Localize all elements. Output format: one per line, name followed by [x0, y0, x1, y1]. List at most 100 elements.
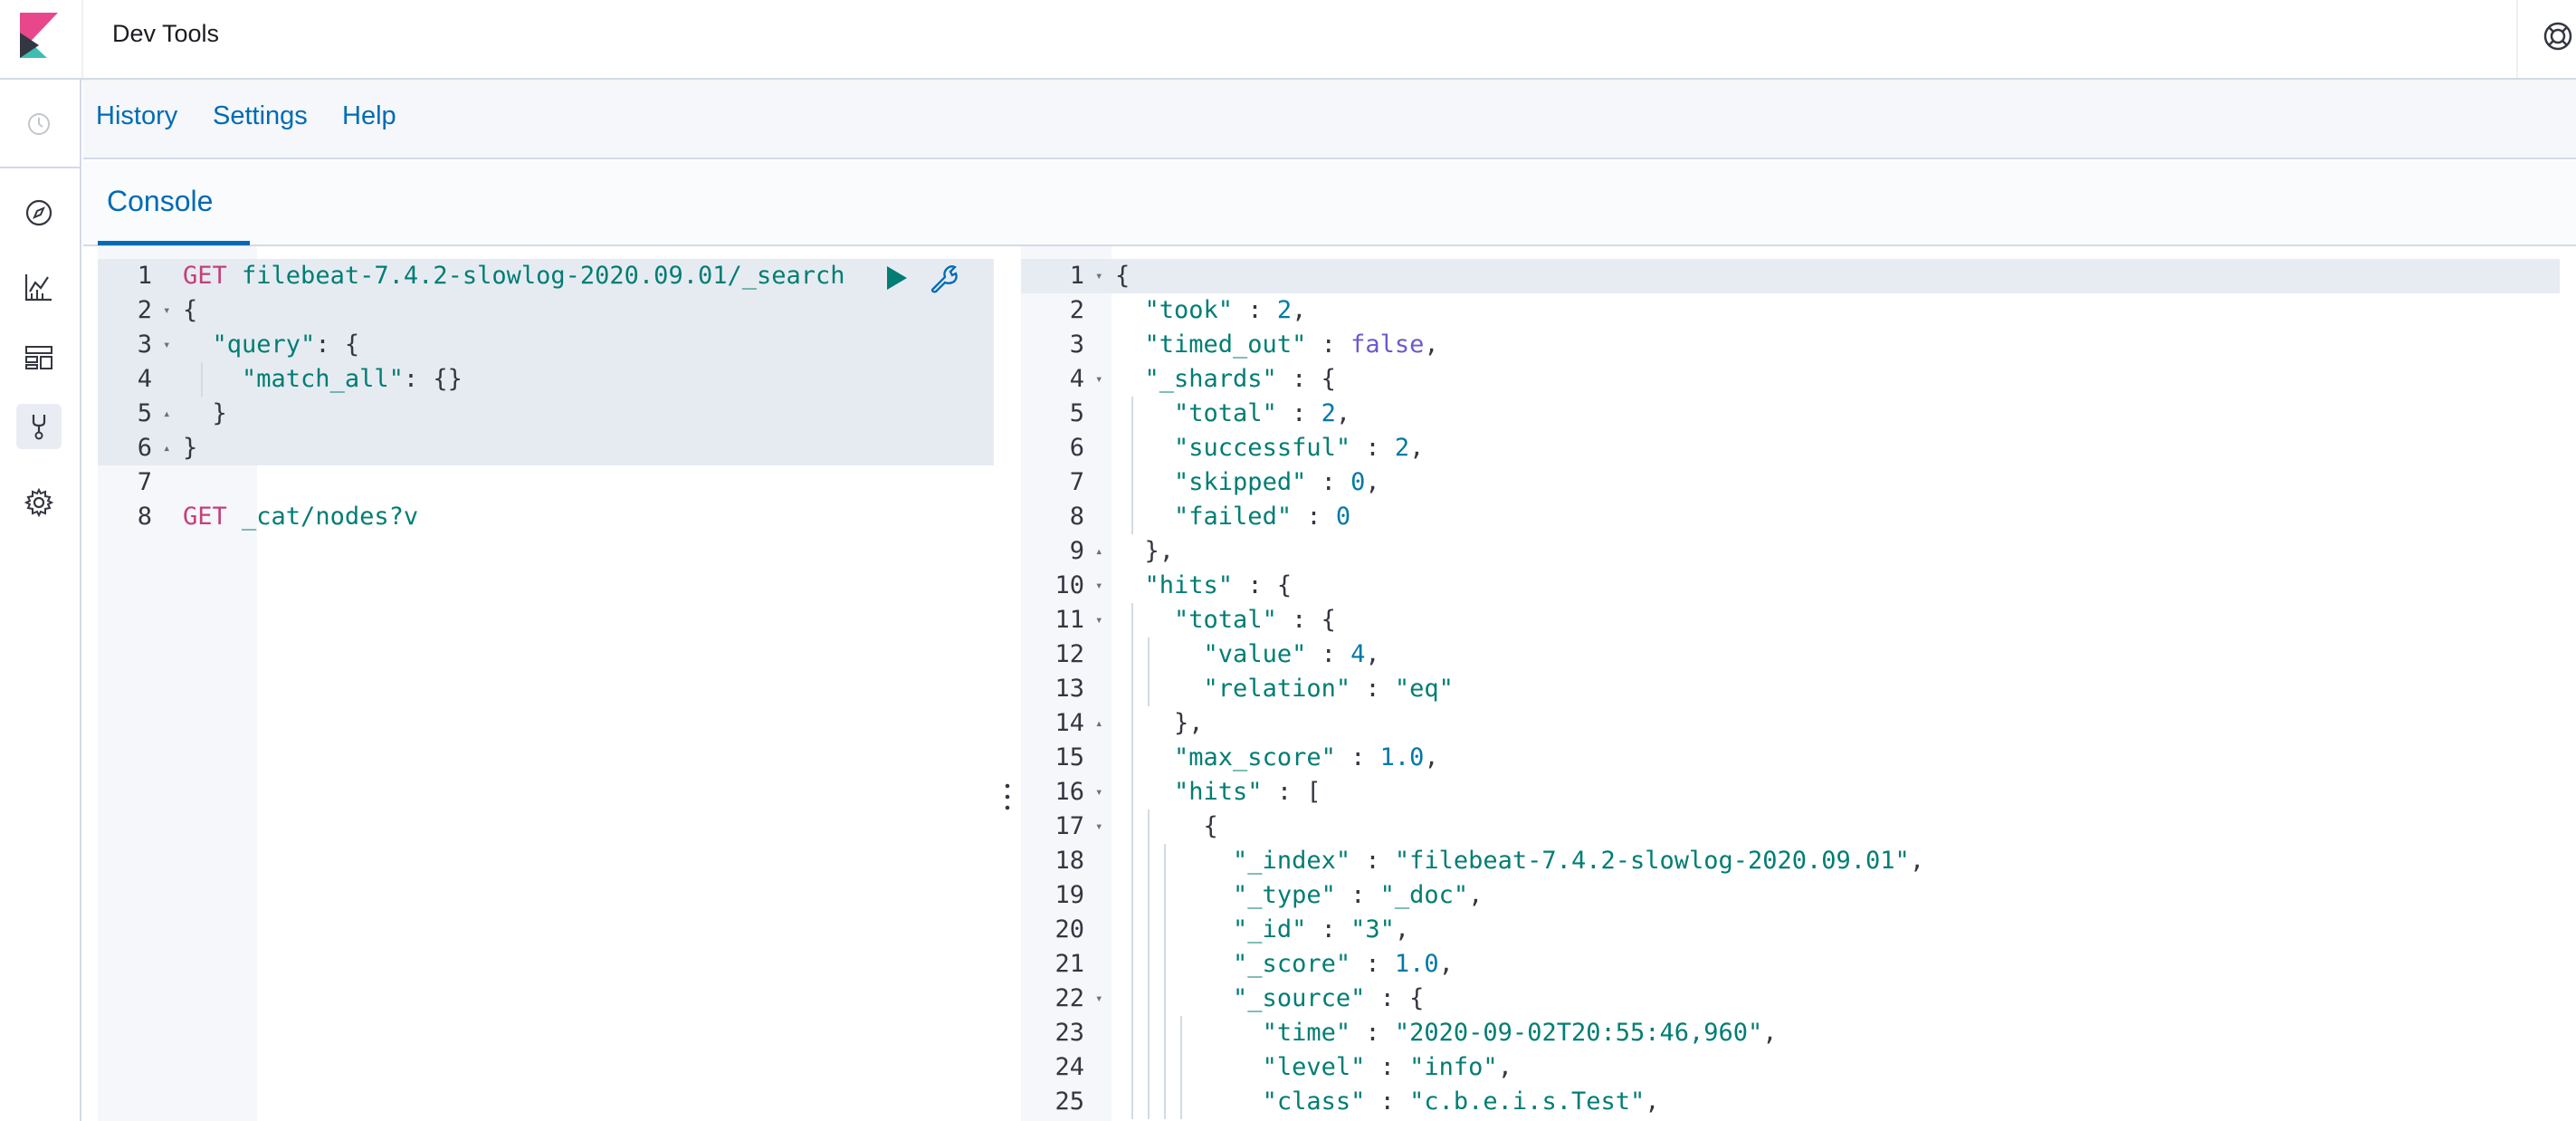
response-line[interactable]: 24 "level" : "info",	[1021, 1050, 2576, 1085]
request-line[interactable]: 1 GET filebeat-7.4.2-slowlog-2020.09.01/_…	[98, 259, 994, 293]
request-line[interactable]: 4 "match_all": {}	[98, 362, 994, 397]
tab-bar: Console	[83, 161, 2576, 246]
request-line[interactable]: 8 GET _cat/nodes?v	[98, 500, 994, 534]
response-line[interactable]: 5 "total" : 2,	[1021, 397, 2576, 431]
request-line[interactable]: 2 ▾ {	[98, 293, 994, 328]
fold-toggle-icon[interactable]: ▾	[1095, 775, 1102, 810]
response-line[interactable]: 16 ▾ "hits" : [	[1021, 775, 2576, 810]
kibana-logo-icon[interactable]	[20, 13, 58, 58]
settings-link[interactable]: Settings	[213, 101, 308, 131]
code-token: },	[1115, 537, 1175, 565]
dashboard-icon	[25, 346, 52, 369]
response-line[interactable]: 10 ▾ "hits" : {	[1021, 569, 2576, 603]
response-viewer[interactable]: 1 ▾{2 "took" : 2, 3 "timed_out" : false, 4 ▾…	[1021, 246, 2576, 1121]
response-line[interactable]: 1 ▾ {	[1021, 259, 2576, 293]
response-line[interactable]: 23 "time" : "2020-09-02T20:55:46,960",	[1021, 1016, 2576, 1050]
fold-toggle-icon[interactable]: ▾	[1095, 603, 1102, 637]
code-token: 1.0	[1394, 950, 1439, 978]
code-token: :	[1335, 743, 1380, 771]
response-line[interactable]: 11 ▾ "total" : {	[1021, 603, 2576, 637]
response-line[interactable]: 18 "_index" : "filebeat-7.4.2-slowlog-20…	[1021, 844, 2576, 878]
fold-toggle-icon[interactable]: ▾	[1095, 569, 1102, 603]
recently-viewed-button[interactable]	[16, 101, 62, 147]
response-line[interactable]: 15 "max_score" : 1.0,	[1021, 741, 2576, 775]
line-number: 6	[137, 434, 152, 462]
fold-toggle-icon[interactable]: ▴	[163, 397, 170, 431]
request-code[interactable]: 1 GET filebeat-7.4.2-slowlog-2020.09.01/_…	[98, 259, 994, 534]
tab-console[interactable]: Console	[107, 185, 213, 218]
code-token: _cat/nodes?v	[226, 503, 419, 531]
code-token: ,	[1438, 950, 1454, 978]
nav-visualize[interactable]	[16, 264, 62, 310]
clock-icon	[28, 113, 50, 135]
fold-toggle-icon[interactable]: ▾	[1095, 982, 1102, 1016]
request-line[interactable]: 6 ▴}	[98, 431, 994, 465]
fold-toggle-icon[interactable]: ▾	[163, 293, 170, 328]
wrench-options-icon[interactable]	[927, 263, 961, 295]
code-token: 2	[1276, 296, 1293, 324]
request-editor[interactable]: 1 GET filebeat-7.4.2-slowlog-2020.09.01/_…	[83, 246, 994, 1121]
code-token: :	[1350, 675, 1395, 703]
response-line[interactable]: 2 "took" : 2,	[1021, 293, 2576, 328]
response-line[interactable]: 7 "skipped" : 0,	[1021, 465, 2576, 500]
management-gear-icon	[24, 487, 54, 518]
pane-splitter[interactable]	[994, 246, 1021, 1121]
fold-toggle-icon[interactable]: ▴	[1095, 534, 1102, 569]
fold-toggle-icon[interactable]: ▴	[1095, 706, 1102, 741]
fold-toggle-icon[interactable]: ▴	[163, 431, 170, 465]
request-line[interactable]: 5 ▴ }	[98, 397, 994, 431]
fold-toggle-icon[interactable]: ▾	[1095, 810, 1102, 844]
nav-management[interactable]	[16, 480, 62, 525]
response-code[interactable]: 1 ▾{2 "took" : 2, 3 "timed_out" : false, 4 ▾…	[1021, 259, 2576, 1119]
code-token: "_score"	[1233, 950, 1351, 978]
line-number: 21	[1054, 950, 1084, 978]
response-line[interactable]: 17 ▾ {	[1021, 810, 2576, 844]
response-line[interactable]: 21 "_score" : 1.0,	[1021, 947, 2576, 982]
nav-discover[interactable]	[16, 190, 62, 235]
response-line[interactable]: 25 "class" : "c.b.e.i.s.Test",	[1021, 1085, 2576, 1119]
request-line[interactable]: 7	[98, 465, 994, 500]
response-line[interactable]: 6 "successful" : 2,	[1021, 431, 2576, 465]
history-link[interactable]: History	[96, 101, 177, 131]
run-request-icon[interactable]	[883, 263, 911, 293]
response-line[interactable]: 4 ▾ "_shards" : {	[1021, 362, 2576, 397]
code-text: "_score" : 1.0,	[1115, 947, 1454, 982]
code-text: "relation" : "eq"	[1115, 672, 1454, 706]
code-token: "successful"	[1174, 434, 1351, 462]
code-token: ,	[1762, 1019, 1778, 1047]
response-line[interactable]: 9 ▴ },	[1021, 534, 2576, 569]
code-token: false	[1350, 331, 1425, 359]
response-line[interactable]: 12 "value" : 4,	[1021, 637, 2576, 672]
nav-dev-tools[interactable]	[16, 404, 62, 449]
code-token: :	[1276, 399, 1321, 427]
response-line[interactable]: 8 "failed" : 0	[1021, 500, 2576, 534]
fold-toggle-icon[interactable]: ▾	[1095, 259, 1102, 293]
code-token: : [	[1262, 778, 1321, 806]
request-line[interactable]: 3 ▾ "query": {	[98, 328, 994, 362]
code-token: {	[1115, 262, 1131, 290]
code-token: ,	[1365, 640, 1380, 668]
drag-handle-icon[interactable]	[1003, 781, 1012, 813]
code-token: 4	[1350, 640, 1366, 668]
response-line[interactable]: 3 "timed_out" : false,	[1021, 328, 2576, 362]
indent-guide	[1131, 603, 1133, 1119]
response-line[interactable]: 20 "_id" : "3",	[1021, 913, 2576, 947]
line-number: 10	[1054, 571, 1084, 599]
fold-toggle-icon[interactable]: ▾	[163, 328, 170, 362]
indent-guide	[1180, 1016, 1182, 1119]
help-lifebuoy-icon[interactable]	[2542, 20, 2574, 53]
response-line[interactable]: 19 "_type" : "_doc",	[1021, 878, 2576, 913]
code-token: :	[1306, 640, 1351, 668]
response-line[interactable]: 14 ▴ },	[1021, 706, 2576, 741]
fold-toggle-icon[interactable]: ▾	[1095, 362, 1102, 397]
help-link[interactable]: Help	[342, 101, 396, 131]
response-line[interactable]: 22 ▾ "_source" : {	[1021, 982, 2576, 1016]
code-text: "max_score" : 1.0,	[1115, 741, 1439, 775]
code-token: : {	[1365, 984, 1425, 1012]
response-line[interactable]: 13 "relation" : "eq"	[1021, 672, 2576, 706]
nav-dashboard[interactable]	[16, 335, 62, 380]
